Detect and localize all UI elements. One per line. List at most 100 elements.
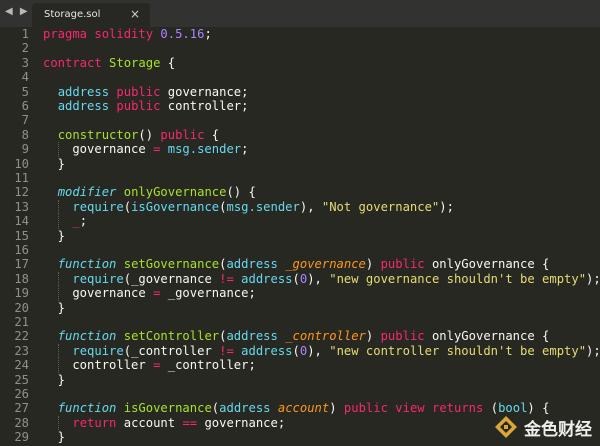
tab-storage-sol[interactable]: Storage.sol × [32, 3, 150, 27]
code-line[interactable]: 4 [0, 70, 600, 84]
code-line[interactable]: 10 } [0, 157, 600, 171]
line-number: 19 [14, 286, 29, 301]
code-text: } [43, 157, 65, 171]
code-token: address [219, 401, 271, 416]
code-token: address [226, 257, 278, 272]
indent-guide [57, 415, 59, 431]
code-line[interactable]: 2 [0, 41, 600, 55]
code-line[interactable]: 25 } [0, 373, 600, 387]
code-text: require(isGovernance(msg.sender), "Not g… [43, 200, 454, 214]
line-number: 5 [21, 84, 29, 99]
tab-nav-arrows-icon[interactable]: ◀ ▶ [5, 6, 30, 20]
code-token: address [241, 343, 293, 358]
code-line[interactable]: 18 require(_governance != address(0), "n… [0, 271, 600, 287]
line-number: 17 [14, 257, 29, 272]
line-number: 6 [21, 99, 29, 113]
indent-guide [57, 343, 59, 359]
code-text: governance = msg.sender; [43, 142, 248, 156]
code-line[interactable]: 21 [0, 315, 600, 329]
code-line[interactable]: 12 modifier onlyGovernance() { [0, 185, 600, 199]
code-line[interactable]: 19 governance = _governance; [0, 286, 600, 301]
line-number: 9 [21, 142, 29, 157]
code-line[interactable]: 3 contract Storage { [0, 56, 600, 70]
code-token: function [57, 401, 117, 416]
code-token: governance [43, 286, 154, 301]
code-token: "new governance shouldn't be empty" [329, 271, 587, 286]
code-line[interactable]: 8 constructor() public { [0, 128, 600, 142]
code-token: } [43, 372, 66, 387]
code-editor[interactable]: 1 pragma solidity 0.5.16; 2 3 contract Stora… [0, 27, 600, 446]
code-line[interactable]: 7 [0, 113, 600, 127]
code-token: { [204, 127, 220, 142]
code-text: } [43, 229, 65, 243]
line-number: 18 [14, 271, 29, 286]
line-number: 16 [14, 243, 29, 257]
watermark-text: 金色财经 [524, 419, 592, 440]
code-line[interactable]: 1 pragma solidity 0.5.16; [0, 27, 600, 41]
code-token: pragma solidity [43, 27, 161, 41]
line-number: 21 [14, 315, 29, 329]
code-token: require [72, 271, 124, 286]
line-number: 10 [14, 156, 29, 171]
line-number: 15 [14, 228, 29, 243]
code-line[interactable]: 13 require(isGovernance(msg.sender), "No… [0, 199, 600, 215]
code-line[interactable]: 17 function setGovernance(address _gover… [0, 257, 600, 271]
close-icon[interactable]: × [130, 7, 140, 21]
code-token: account [277, 401, 330, 416]
code-line[interactable]: 9 governance = msg.sender; [0, 142, 600, 157]
code-token: _ [72, 214, 80, 229]
line-number: 25 [14, 372, 29, 387]
code-token: ( [292, 343, 300, 358]
code-token: _controller [285, 329, 366, 344]
code-token: governance; [197, 415, 286, 430]
code-token: { [160, 55, 176, 70]
code-text: function isGovernance(address account) p… [43, 401, 550, 416]
tab-title: Storage.sol [44, 9, 101, 20]
code-token: public [380, 329, 425, 344]
code-line[interactable]: 11 [0, 171, 600, 185]
indent-guide [57, 286, 59, 301]
code-line[interactable]: 23 require(_controller != address(0), "n… [0, 343, 600, 359]
code-token: (_governance [123, 271, 220, 286]
code-token: setGovernance [123, 257, 220, 272]
code-line[interactable]: 22 function setController(address _contr… [0, 329, 600, 343]
code-token: msg.sender [226, 199, 300, 214]
code-token: ( [123, 199, 132, 214]
code-token: (_controller [123, 343, 220, 358]
line-number: 4 [21, 70, 29, 85]
code-line[interactable]: 14 _; [0, 214, 600, 229]
code-token: "Not governance" [321, 199, 440, 214]
code-line[interactable]: 6 address public controller; [0, 99, 600, 113]
code-line[interactable]: 15 } [0, 229, 600, 243]
line-number: 12 [14, 185, 29, 200]
code-token: governance; [160, 84, 249, 99]
code-line[interactable]: 24 controller = _controller; [0, 358, 600, 373]
code-text: modifier onlyGovernance() { [43, 185, 256, 199]
code-token: _governance [285, 257, 366, 272]
code-token: view [395, 401, 425, 416]
code-token: "new controller shouldn't be empty" [329, 343, 587, 358]
code-line[interactable]: 5 address public governance; [0, 85, 600, 99]
code-token: public [380, 257, 425, 272]
code-text: } [43, 373, 65, 387]
code-token: public [116, 84, 161, 99]
code-token: ); [586, 271, 600, 286]
line-number: 1 [21, 27, 29, 41]
code-token: msg.sender [167, 142, 242, 157]
code-token: controller [43, 358, 154, 373]
code-token: account [116, 415, 183, 430]
code-text: pragma solidity 0.5.16; [43, 27, 212, 41]
code-token: ), [307, 271, 330, 286]
code-line[interactable]: 16 [0, 243, 600, 257]
code-token: onlyGovernance { [424, 257, 550, 272]
code-token: constructor [57, 127, 139, 142]
line-number: 2 [21, 41, 29, 56]
code-line[interactable]: 26 [0, 387, 600, 401]
code-token: setController [123, 329, 220, 344]
code-line[interactable]: 20 } [0, 301, 600, 315]
indent-guide [57, 214, 59, 229]
